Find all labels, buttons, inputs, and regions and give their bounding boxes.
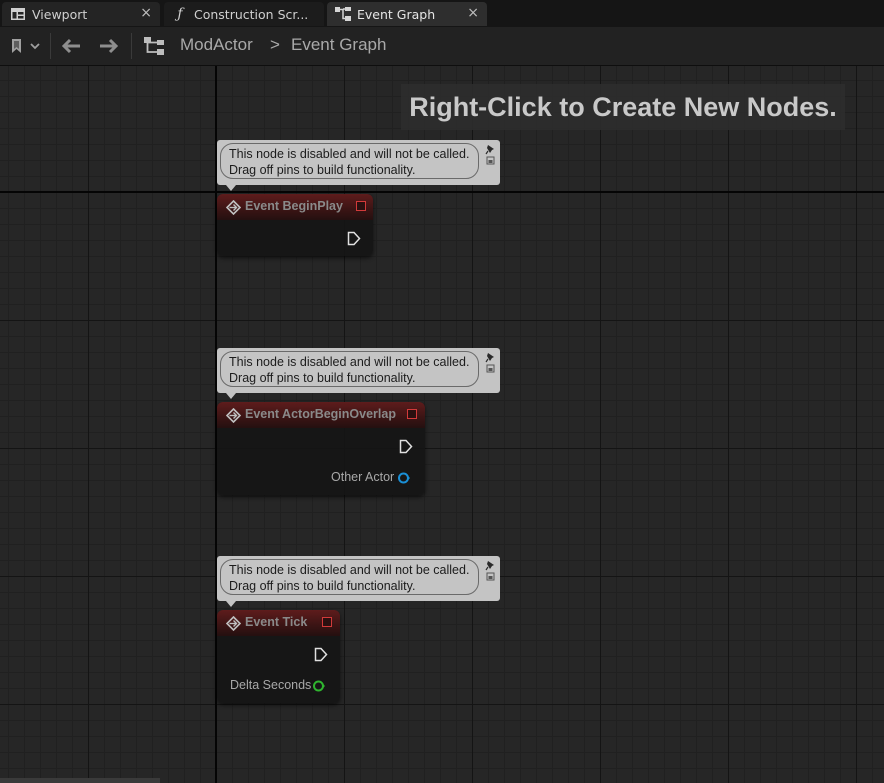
- tab-viewport[interactable]: Viewport ×: [2, 2, 160, 26]
- node-title: Event Tick: [245, 615, 308, 629]
- toolbar-divider: [131, 33, 132, 59]
- exec-output-pin[interactable]: [347, 231, 361, 246]
- exec-output-pin[interactable]: [314, 647, 328, 662]
- comment-text: This node is disabled and will not be ca…: [220, 351, 479, 387]
- tab-construction-script[interactable]: ƒ Construction Scr...: [164, 2, 324, 26]
- breadcrumb-separator: >: [270, 35, 280, 54]
- origin-axis-horizontal: [0, 191, 884, 193]
- comment-tail: [226, 601, 236, 607]
- comment-line-1: This node is disabled and will not be ca…: [229, 147, 470, 161]
- tab-label: Construction Scr...: [194, 6, 309, 22]
- object-output-pin[interactable]: [398, 472, 410, 484]
- arrow-right-icon: [100, 38, 119, 54]
- viewport-grid-icon: [10, 6, 26, 22]
- event-graph-canvas[interactable]: Right-Click to Create New Nodes. This no…: [0, 66, 884, 783]
- back-button[interactable]: [58, 34, 84, 58]
- pin-label-other-actor: Other Actor: [331, 470, 395, 484]
- pin-icon[interactable]: [485, 560, 496, 582]
- arrow-left-icon: [61, 38, 80, 54]
- node-event-beginplay[interactable]: Event BeginPlay: [217, 194, 373, 256]
- comment-tail: [226, 185, 236, 191]
- comment-line-1: This node is disabled and will not be ca…: [229, 355, 470, 369]
- tab-label: Viewport: [32, 6, 88, 22]
- pin-icon[interactable]: [485, 352, 496, 374]
- node-title: Event BeginPlay: [245, 199, 343, 213]
- breadcrumb-event-graph[interactable]: Event Graph: [291, 35, 386, 55]
- comment-text: This node is disabled and will not be ca…: [220, 143, 479, 179]
- node-title: Event ActorBeginOverlap: [245, 407, 396, 421]
- bookmark-button[interactable]: [8, 34, 44, 58]
- disabled-node-comment: This node is disabled and will not be ca…: [217, 348, 500, 399]
- comment-line-1: This node is disabled and will not be ca…: [229, 563, 470, 577]
- graph-hierarchy-button[interactable]: [142, 34, 166, 58]
- event-icon: [226, 408, 241, 423]
- tab-bar: Viewport × ƒ Construction Scr... Event G…: [0, 0, 884, 27]
- comment-tail: [226, 393, 236, 399]
- delegate-pin[interactable]: [407, 409, 417, 419]
- event-icon: [226, 200, 241, 215]
- delegate-pin[interactable]: [322, 617, 332, 627]
- tab-label: Event Graph: [357, 6, 436, 22]
- disabled-node-comment: This node is disabled and will not be ca…: [217, 556, 500, 607]
- comment-line-2: Drag off pins to build functionality.: [229, 370, 416, 385]
- function-icon: ƒ: [177, 6, 183, 22]
- breadcrumb-modactor[interactable]: ModActor: [180, 35, 253, 55]
- toolbar-divider: [50, 33, 51, 59]
- graph-icon: [335, 6, 351, 22]
- forward-button[interactable]: [96, 34, 122, 58]
- close-icon[interactable]: ×: [140, 5, 152, 21]
- delegate-pin[interactable]: [356, 201, 366, 211]
- disabled-node-comment: This node is disabled and will not be ca…: [217, 140, 500, 191]
- bookmark-icon: [12, 39, 40, 53]
- graph-toolbar: ModActor > Event Graph: [0, 27, 884, 66]
- tab-event-graph[interactable]: Event Graph ×: [327, 2, 487, 26]
- comment-text: This node is disabled and will not be ca…: [220, 559, 479, 595]
- pin-icon[interactable]: [485, 144, 496, 166]
- comment-line-2: Drag off pins to build functionality.: [229, 162, 416, 177]
- node-event-tick[interactable]: Event Tick Delta Seconds: [217, 610, 340, 703]
- horizontal-scrollbar[interactable]: [0, 778, 160, 783]
- close-icon[interactable]: ×: [467, 5, 479, 21]
- pin-label-delta-seconds: Delta Seconds: [230, 678, 312, 692]
- float-output-pin[interactable]: [313, 680, 325, 692]
- node-event-actorbeginoverlap[interactable]: Event ActorBeginOverlap Other Actor: [217, 402, 425, 495]
- graph-hint: Right-Click to Create New Nodes.: [401, 84, 845, 130]
- comment-line-2: Drag off pins to build functionality.: [229, 578, 416, 593]
- event-icon: [226, 616, 241, 631]
- exec-output-pin[interactable]: [399, 439, 413, 454]
- graph-hierarchy-icon: [144, 37, 164, 55]
